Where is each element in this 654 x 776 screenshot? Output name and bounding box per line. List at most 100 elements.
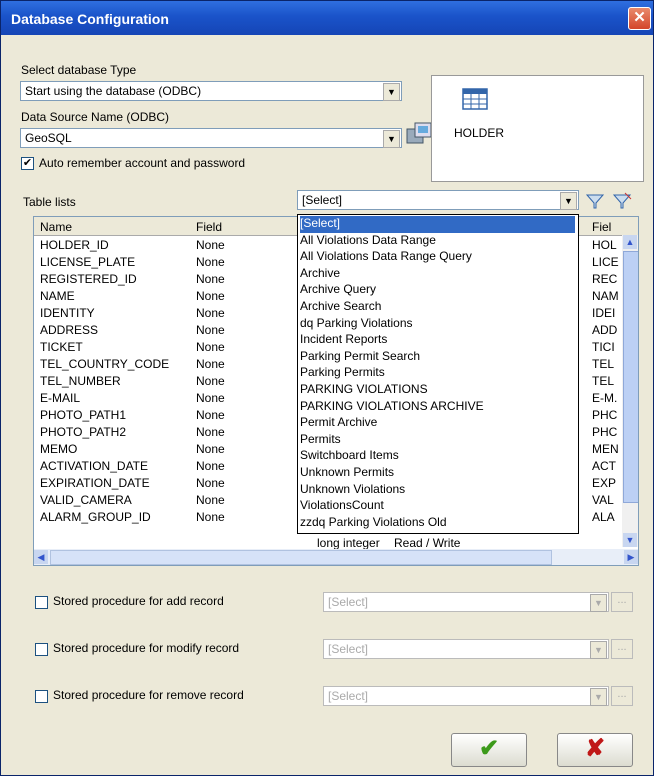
chevron-down-icon[interactable]: ▼ xyxy=(590,641,607,659)
title-bar[interactable]: Database Configuration ✕ xyxy=(1,1,653,35)
cell-field: None xyxy=(196,442,225,456)
dropdown-option[interactable]: All Violations Data Range Query xyxy=(300,249,575,266)
stored-proc-select[interactable]: [Select] ▼ xyxy=(323,592,609,612)
dsn-value: GeoSQL xyxy=(25,131,72,145)
dropdown-option[interactable]: Archive Query xyxy=(300,282,575,299)
table-lists-select[interactable]: [Select] ▼ xyxy=(297,190,579,210)
cell-field: None xyxy=(196,476,225,490)
chevron-down-icon[interactable]: ▼ xyxy=(383,83,400,101)
chevron-down-icon[interactable]: ▼ xyxy=(560,192,577,210)
vertical-scrollbar[interactable]: ▲ ▼ xyxy=(622,235,638,547)
column-header-field[interactable]: Field xyxy=(196,220,222,234)
cell-right: TICI xyxy=(592,340,615,354)
dropdown-option[interactable]: PARKING VIOLATIONS ARCHIVE xyxy=(300,399,575,416)
holder-label: HOLDER xyxy=(454,126,505,140)
cell-right: VAL xyxy=(592,493,614,507)
cell-field: None xyxy=(196,238,225,252)
db-type-value: Start using the database (ODBC) xyxy=(25,84,202,98)
filter-remove-icon[interactable] xyxy=(611,191,633,211)
cell-name: REGISTERED_ID xyxy=(40,272,137,286)
dropdown-option[interactable]: dq Parking Violations xyxy=(300,316,575,333)
cell-field: None xyxy=(196,255,225,269)
cell-field: None xyxy=(196,272,225,286)
dsn-select[interactable]: GeoSQL ▼ xyxy=(20,128,402,148)
column-header-name[interactable]: Name xyxy=(40,220,72,234)
cell-field: None xyxy=(196,340,225,354)
cell-name: NAME xyxy=(40,289,75,303)
dropdown-option[interactable]: Permit Archive xyxy=(300,415,575,432)
odbc-config-icon[interactable] xyxy=(405,121,433,147)
cell-name: HOLDER_ID xyxy=(40,238,109,252)
dropdown-option[interactable]: Archive Search xyxy=(300,299,575,316)
cell-name: PHOTO_PATH1 xyxy=(40,408,127,422)
cell-right: IDEI xyxy=(592,306,616,320)
dropdown-option[interactable]: Parking Permit Search xyxy=(300,349,575,366)
cell-right: HOL xyxy=(592,238,617,252)
auto-remember-checkbox[interactable]: ✔ xyxy=(21,157,34,170)
dropdown-option[interactable]: PARKING VIOLATIONS xyxy=(300,382,575,399)
scroll-thumb[interactable] xyxy=(623,251,638,503)
cell-field: None xyxy=(196,425,225,439)
db-type-label: Select database Type xyxy=(21,63,137,77)
stored-proc-browse-button[interactable]: ... xyxy=(611,592,633,612)
dropdown-option[interactable]: zzdq Parking Violations Old xyxy=(300,515,575,532)
table-lists-value: [Select] xyxy=(302,193,343,207)
stored-proc-browse-button[interactable]: ... xyxy=(611,639,633,659)
scroll-down-icon[interactable]: ▼ xyxy=(623,533,637,547)
stored-proc-label: Stored procedure for modify record xyxy=(53,641,240,655)
cell-field: None xyxy=(196,493,225,507)
close-button[interactable]: ✕ xyxy=(628,7,651,30)
cell-name: E-MAIL xyxy=(40,391,81,405)
stored-proc-select[interactable]: [Select] ▼ xyxy=(323,639,609,659)
dropdown-option[interactable]: Unknown Violations xyxy=(300,482,575,499)
stored-proc-checkbox[interactable] xyxy=(35,643,48,656)
cell-right: TEL xyxy=(592,374,615,388)
cell-field: None xyxy=(196,510,225,524)
horizontal-scrollbar[interactable]: ◀ ▶ xyxy=(34,549,638,565)
stored-proc-checkbox[interactable] xyxy=(35,596,48,609)
chevron-down-icon[interactable]: ▼ xyxy=(590,594,607,612)
dialog-window: Database Configuration ✕ Select database… xyxy=(0,0,654,776)
dropdown-option[interactable]: Permits xyxy=(300,432,575,449)
cell-right: PHC xyxy=(592,425,618,439)
cell-name: ALARM_GROUP_ID xyxy=(40,510,151,524)
stored-proc-checkbox[interactable] xyxy=(35,690,48,703)
chevron-down-icon[interactable]: ▼ xyxy=(383,130,400,148)
cell-field: None xyxy=(196,374,225,388)
dropdown-option[interactable]: Switchboard Items xyxy=(300,448,575,465)
partial-row-access: Read / Write xyxy=(394,536,461,550)
cell-name: TEL_COUNTRY_CODE xyxy=(40,357,170,371)
window-title: Database Configuration xyxy=(11,11,169,27)
dropdown-option[interactable]: ViolationsCount xyxy=(300,498,575,515)
dropdown-option[interactable]: All Violations Data Range xyxy=(300,233,575,250)
filter-add-icon[interactable] xyxy=(584,191,606,211)
dropdown-option[interactable]: [Select] xyxy=(300,216,575,233)
stored-proc-select[interactable]: [Select] ▼ xyxy=(323,686,609,706)
cancel-button[interactable]: ✘ xyxy=(557,733,633,767)
dropdown-option[interactable]: Unknown Permits xyxy=(300,465,575,482)
dropdown-option[interactable]: Parking Permits xyxy=(300,365,575,382)
cell-name: ADDRESS xyxy=(40,323,99,337)
table-lists-dropdown[interactable]: [Select] All Violations Data Range All Vio… xyxy=(297,214,579,534)
auto-remember-label: Auto remember account and password xyxy=(39,156,246,170)
chevron-down-icon[interactable]: ▼ xyxy=(590,688,607,706)
dropdown-option[interactable]: Incident Reports xyxy=(300,332,575,349)
stored-proc-value: [Select] xyxy=(328,595,369,609)
db-type-select[interactable]: Start using the database (ODBC) ▼ xyxy=(20,81,402,101)
hscroll-thumb[interactable] xyxy=(50,550,552,565)
dropdown-option[interactable]: Archive xyxy=(300,266,575,283)
cell-name: TICKET xyxy=(40,340,83,354)
column-header-field-right[interactable]: Fiel xyxy=(592,220,611,234)
cell-right: ALA xyxy=(592,510,615,524)
cell-right: TEL xyxy=(592,357,615,371)
scroll-right-icon[interactable]: ▶ xyxy=(624,550,638,564)
cell-name: ACTIVATION_DATE xyxy=(40,459,149,473)
cell-name: VALID_CAMERA xyxy=(40,493,132,507)
cell-right: ACT xyxy=(592,459,616,473)
scroll-up-icon[interactable]: ▲ xyxy=(623,235,637,249)
table-icon xyxy=(462,88,488,110)
scroll-left-icon[interactable]: ◀ xyxy=(34,550,48,564)
ok-button[interactable]: ✔ xyxy=(451,733,527,767)
stored-proc-browse-button[interactable]: ... xyxy=(611,686,633,706)
table-preview-panel: HOLDER xyxy=(431,75,644,182)
